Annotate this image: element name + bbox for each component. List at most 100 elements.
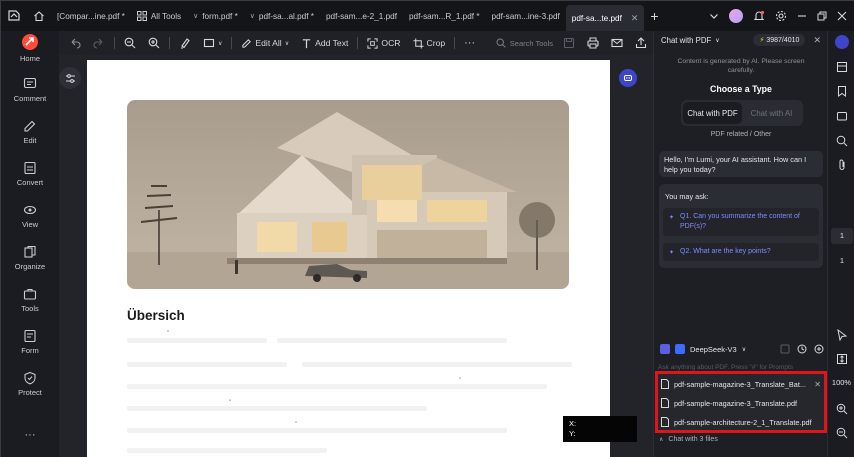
attachment-rail-button[interactable]	[828, 159, 854, 171]
document-viewport[interactable]: Übersich '' '' '' '' X: Y:	[59, 55, 653, 457]
attached-file-2[interactable]: pdf-sample-magazine-3_Translate.pdf	[661, 396, 821, 410]
window-controls	[709, 9, 854, 23]
comments-rail-button[interactable]	[828, 111, 854, 123]
highlight-button[interactable]	[173, 37, 197, 49]
close-tab-icon[interactable]: ✕	[631, 13, 639, 24]
avatar[interactable]	[729, 9, 743, 23]
share-button[interactable]	[629, 37, 653, 49]
mail-icon	[611, 38, 623, 48]
ai-assistant-icon[interactable]	[619, 69, 637, 87]
credits-badge[interactable]: ⚡ 3987/4010	[753, 34, 806, 46]
crop-button[interactable]: Crop	[407, 37, 452, 49]
pdf-page: Übersich '' '' '' '' X: Y:	[87, 60, 637, 457]
zoom-out-button[interactable]	[118, 37, 142, 49]
save-button[interactable]	[557, 37, 581, 49]
zoom-out-rail-button[interactable]	[828, 427, 854, 439]
sidebar-item-convert[interactable]: Convert	[1, 161, 59, 187]
tab-pdf-sam-e2[interactable]: pdf-sam...e-2_1.pdf	[320, 1, 403, 31]
fit-page-button[interactable]	[828, 353, 854, 365]
ocr-label: OCR	[381, 38, 401, 48]
image-icon[interactable]	[780, 344, 790, 354]
tab-all-tools[interactable]: All Tools	[131, 1, 187, 31]
minimize-icon[interactable]	[797, 11, 807, 21]
thumbnails-rail-button[interactable]	[828, 61, 854, 73]
chevron-down-icon: ∨	[249, 13, 255, 20]
sidebar-item-protect[interactable]: Protect	[1, 371, 59, 397]
credits-value: 3987/4010	[766, 36, 800, 44]
chat-with-ai-option[interactable]: Chat with AI	[742, 102, 801, 124]
add-text-button[interactable]: Add Text	[295, 38, 354, 49]
shape-button[interactable]: ∨	[197, 37, 228, 49]
sidebar-item-form[interactable]: Form	[1, 329, 59, 355]
chevron-down-icon[interactable]	[709, 11, 719, 21]
sliders-icon[interactable]	[59, 67, 81, 89]
chevron-down-icon[interactable]: ∨	[742, 346, 746, 353]
chat-title[interactable]: Chat with PDF	[661, 36, 711, 45]
main-toolbar: ∨ Edit All ∨ Add Text OCR Crop ··· Searc…	[59, 31, 653, 55]
select-tool-button[interactable]	[828, 329, 854, 341]
tab-pdf-sa-te[interactable]: pdf-sa...te.pdf ✕	[565, 5, 645, 31]
sidebar-item-home[interactable]: Home	[1, 33, 59, 63]
suggested-question-1[interactable]: ✦ Q1. Can you summarize the content of P…	[663, 208, 819, 236]
chat-input-placeholder[interactable]: Ask anything about PDF. Press "#" for Pr…	[658, 364, 793, 371]
sidebar-more-button[interactable]: ···	[1, 429, 59, 441]
gear-icon[interactable]	[775, 10, 787, 22]
zoom-in-rail-button[interactable]	[828, 403, 854, 415]
current-page-input[interactable]: 1	[831, 228, 853, 244]
sidebar-item-label: Comment	[13, 94, 47, 103]
zoom-in-button[interactable]	[142, 37, 166, 49]
chat-panel: Chat with PDF ∨ ⚡ 3987/4010 ✕ Content is…	[653, 31, 827, 457]
home-icon	[22, 34, 38, 50]
undo-button[interactable]	[59, 37, 87, 49]
chat-with-files-toggle[interactable]: ∧ Chat with 3 files	[659, 436, 718, 443]
close-icon[interactable]: ✕	[813, 35, 821, 46]
search-icon	[836, 135, 847, 147]
app-logo-icon[interactable]	[1, 1, 27, 31]
sidebar-item-organize[interactable]: Organize	[1, 245, 59, 271]
file-name: pdf-sample-magazine-3_Translate_Bat...	[674, 379, 806, 389]
tab-home[interactable]	[27, 1, 51, 31]
tab-pdf-sam-ine3[interactable]: pdf-sam...ine-3.pdf	[486, 1, 566, 31]
model-select[interactable]: DeepSeek-V3	[690, 345, 737, 354]
lumi-icon[interactable]	[660, 344, 670, 354]
text-icon	[302, 38, 311, 48]
email-button[interactable]	[605, 37, 629, 49]
chevron-down-icon: ∨	[193, 13, 199, 20]
suggested-question-2[interactable]: ✦ Q2. What are the key points?	[663, 243, 819, 261]
sidebar-item-edit[interactable]: Edit	[1, 119, 59, 145]
redo-button[interactable]	[87, 37, 111, 49]
tab-compare[interactable]: [Compar...ine.pdf *	[51, 1, 131, 31]
model-row: DeepSeek-V3 ∨	[660, 342, 824, 356]
chat-with-pdf-option[interactable]: Chat with PDF	[683, 102, 742, 124]
more-tools-button[interactable]: ···	[458, 37, 481, 49]
ocr-button[interactable]: OCR	[361, 37, 406, 49]
history-icon[interactable]	[797, 344, 807, 354]
print-button[interactable]	[581, 37, 605, 49]
sidebar-item-tools[interactable]: Tools	[1, 287, 59, 313]
sidebar-item-view[interactable]: View	[1, 203, 59, 229]
tab-label: All Tools	[150, 11, 182, 21]
restore-icon[interactable]	[817, 11, 827, 21]
add-circle-icon[interactable]	[814, 344, 824, 354]
close-icon[interactable]	[837, 11, 847, 21]
search-tools-input[interactable]: Search Tools	[496, 38, 557, 48]
cursor-icon	[836, 329, 847, 341]
bell-icon[interactable]	[753, 10, 765, 22]
chevron-down-icon[interactable]: ∨	[715, 37, 719, 44]
tab-form[interactable]: ∨ form.pdf *	[187, 1, 244, 31]
tab-bar: [Compar...ine.pdf * All Tools ∨ form.pdf …	[1, 1, 854, 31]
tab-pdf-sam-r1[interactable]: pdf-sam...R_1.pdf *	[403, 1, 486, 31]
tab-pdf-sa-al[interactable]: ∨ pdf-sa...al.pdf *	[244, 1, 320, 31]
attached-file-3[interactable]: pdf-sample-architecture-2_1_Translate.pd…	[661, 415, 821, 429]
attached-file-1[interactable]: pdf-sample-magazine-3_Translate_Bat... ✕	[661, 377, 821, 391]
search-rail-button[interactable]	[828, 135, 854, 147]
new-tab-button[interactable]: +	[644, 1, 664, 31]
sidebar-item-comment[interactable]: Comment	[1, 77, 59, 103]
ai-chat-rail-button[interactable]	[828, 35, 854, 49]
edit-all-button[interactable]: Edit All ∨	[235, 38, 295, 49]
form-icon	[24, 329, 36, 343]
remove-file-icon[interactable]: ✕	[814, 380, 821, 389]
total-pages: 1	[839, 256, 845, 265]
bookmark-rail-button[interactable]	[828, 85, 854, 97]
zoom-level[interactable]: 100%	[828, 378, 854, 387]
